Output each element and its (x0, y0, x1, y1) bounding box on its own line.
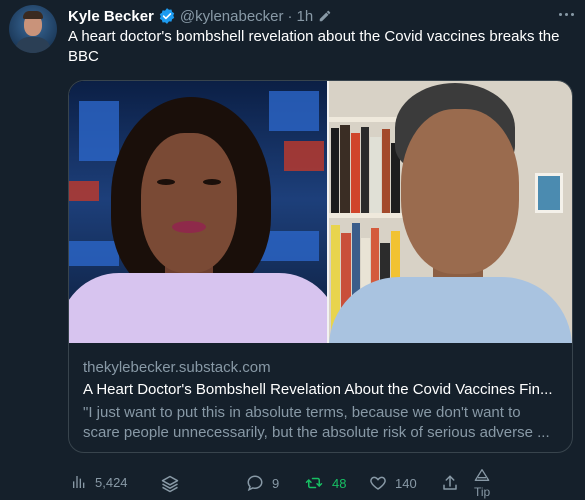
author-name[interactable]: Kyle Becker (68, 8, 154, 25)
edit-pencil-icon (318, 9, 332, 23)
layers-icon (160, 474, 180, 494)
author-handle[interactable]: @kylenabecker (180, 8, 284, 25)
card-image (69, 81, 572, 343)
tip-label: Tip (474, 485, 491, 499)
news-anchor-image (69, 81, 327, 343)
card-description: "I just want to put this in absolute ter… (83, 404, 550, 441)
separator-dot: · (287, 7, 293, 25)
tip-icon (474, 468, 490, 485)
like-count: 140 (395, 475, 417, 491)
retweet-icon (304, 474, 324, 492)
views-count: 5,424 (95, 474, 128, 490)
card-meta: thekylebecker.substack.com A Heart Docto… (69, 343, 572, 452)
reply-button[interactable]: 9 (246, 474, 279, 492)
share-button[interactable] (441, 474, 459, 492)
share-icon (441, 474, 459, 492)
avatar-hair (23, 11, 43, 19)
layers-button[interactable] (160, 474, 180, 494)
tweet-header: Kyle Becker @kylenabecker · 1h (68, 6, 332, 26)
doctor-image (329, 81, 572, 343)
analytics-button[interactable]: 5,424 (71, 474, 128, 490)
author-avatar[interactable] (9, 5, 57, 53)
reply-count: 9 (272, 475, 280, 491)
link-card[interactable]: thekylebecker.substack.com A Heart Docto… (68, 80, 573, 453)
more-options-icon[interactable] (556, 6, 576, 22)
tweet-time[interactable]: 1h (297, 8, 314, 25)
retweet-count: 48 (332, 475, 347, 491)
verified-badge-icon (158, 7, 176, 25)
avatar-shirt (15, 37, 51, 53)
card-title: A Heart Doctor's Bombshell Revelation Ab… (83, 381, 553, 398)
retweet-button[interactable]: 48 (304, 474, 346, 492)
tweet-actions: 5,424 9 48 140 Tip (68, 468, 573, 499)
heart-icon (369, 474, 387, 492)
tweet-text: A heart doctor's bombshell revelation ab… (68, 28, 560, 65)
analytics-icon (71, 474, 87, 490)
reply-icon (246, 474, 264, 492)
card-domain: thekylebecker.substack.com (83, 359, 271, 376)
like-button[interactable]: 140 (369, 474, 417, 492)
tip-button[interactable]: Tip (474, 468, 490, 499)
